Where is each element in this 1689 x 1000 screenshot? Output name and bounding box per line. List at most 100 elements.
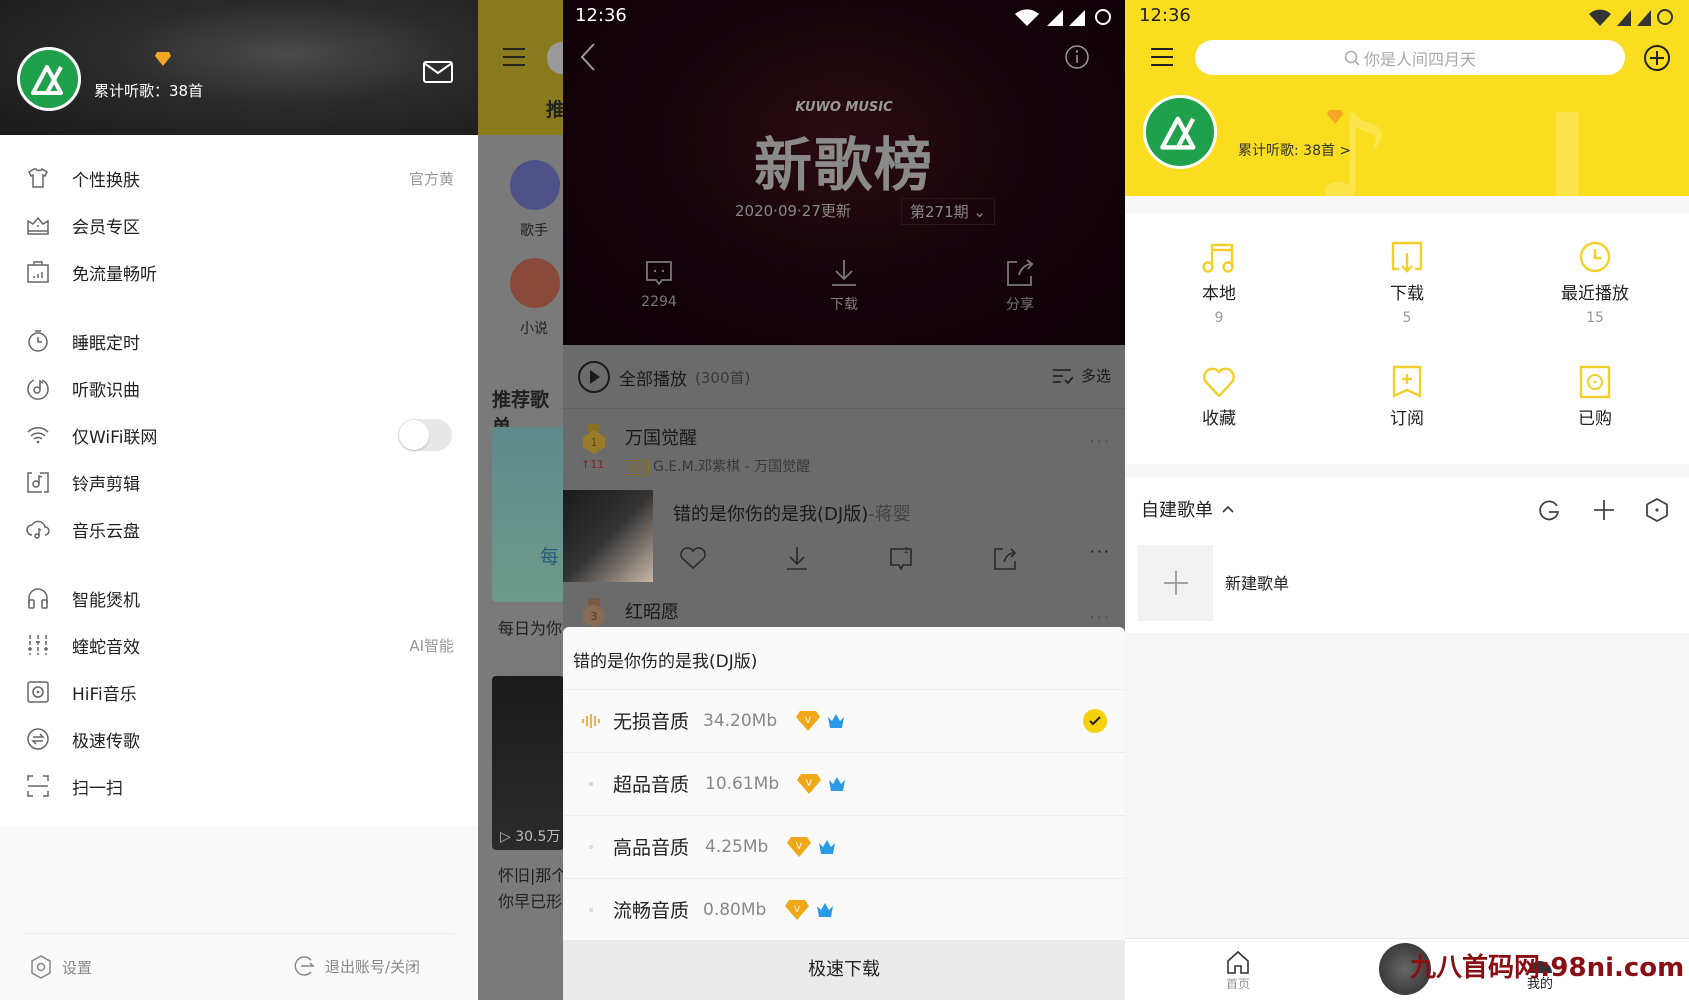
multi-select-label: 多选 <box>1080 367 1111 385</box>
svg-text:V: V <box>805 716 812 726</box>
import-playlist-icon[interactable] <box>1537 498 1561 522</box>
wifi-only-toggle[interactable] <box>398 419 452 451</box>
artist-album: G.E.M.邓紫棋 - 万国觉醒 <box>653 459 811 475</box>
nav-home[interactable]: 首页 <box>1225 949 1251 992</box>
rank-medal-icon: 3 <box>583 598 605 628</box>
comment-count: 2 <box>904 546 909 555</box>
listen-count: 累计听歌：38首 <box>94 82 204 100</box>
new-playlist-button[interactable] <box>1138 545 1213 621</box>
menu-item-cloud[interactable]: 音乐云盘 <box>0 506 478 552</box>
issue-selector[interactable]: 第271期 ⌄ <box>901 198 995 225</box>
menu-item-skin[interactable]: 个性换肤 官方黄 <box>0 155 478 201</box>
song-subtitle: 会员 G.E.M.邓紫棋 - 万国觉醒 <box>625 456 810 476</box>
divider <box>24 933 454 934</box>
menu-item-recognize[interactable]: 听歌识曲 <box>0 365 478 411</box>
novel-icon <box>510 258 560 308</box>
share-button[interactable]: 分享 <box>980 258 1060 314</box>
mail-icon[interactable] <box>423 60 453 84</box>
more-icon[interactable]: ··· <box>1090 542 1111 561</box>
settings-icon <box>31 955 51 979</box>
avatar[interactable] <box>1143 95 1217 169</box>
quality-option-lossless[interactable]: 无损音质 34.20Mb V <box>563 689 1125 751</box>
play-count: ▷ 30.5万 <box>500 829 561 845</box>
heart-icon <box>1203 367 1235 398</box>
quality-option-super[interactable]: 超品音质 10.61Mb V <box>563 752 1125 814</box>
listen-count-link[interactable]: 累计听歌: 38首 > <box>1238 140 1351 160</box>
menu-item-sound-effect[interactable]: 蝰蛇音效 AI智能 <box>0 622 478 668</box>
divider <box>563 408 1125 409</box>
menu-item-hifi[interactable]: HiFi音乐 <box>0 669 478 715</box>
menu-item-burn-in[interactable]: 智能煲机 <box>0 575 478 621</box>
more-icon[interactable]: ··· <box>1090 608 1111 627</box>
menu-label: 个性换肤 <box>72 170 140 191</box>
grid-item-local[interactable]: 本地 9 <box>1125 239 1313 326</box>
chart-title: 新歌榜 <box>753 131 934 199</box>
share-icon[interactable] <box>987 545 1023 571</box>
new-playlist-label[interactable]: 新建歌单 <box>1225 570 1289 594</box>
recent-icon <box>1579 241 1611 273</box>
logout-button[interactable]: 退出账号/关闭 <box>293 955 420 977</box>
quality-size: 4.25Mb <box>705 836 769 857</box>
crown-icon <box>27 216 49 235</box>
status-time: 12:36 <box>14 6 63 26</box>
grid-item-recent[interactable]: 最近播放 15 <box>1501 239 1689 326</box>
quality-label: 高品音质 <box>613 837 690 859</box>
play-all-label: 全部播放 <box>619 369 687 390</box>
card-badge: 每 <box>540 546 560 568</box>
menu-item-ringtone[interactable]: 铃声剪辑 <box>0 459 478 505</box>
system-status-icons <box>1015 9 1111 26</box>
fast-download-button[interactable]: 极速下载 <box>563 940 1125 1000</box>
menu-item-sleep-timer[interactable]: 睡眠定时 <box>0 318 478 364</box>
chevron-up-icon <box>1222 505 1234 513</box>
menu-item-scan[interactable]: 扫一扫 <box>0 763 478 809</box>
watermark: 九八首码网:98ni.com <box>1410 953 1685 983</box>
menu-icon[interactable] <box>1151 48 1173 66</box>
grid-label: 已购 <box>1578 409 1612 429</box>
grid-item-favorites[interactable]: 收藏 <box>1125 364 1313 429</box>
quality-bottom-sheet: 错的是你伤的是我(DJ版) 无损音质 34.20Mb V 超品音质 10.61M… <box>563 627 1125 1000</box>
settings-button[interactable]: 设置 <box>30 955 92 979</box>
manage-icon[interactable] <box>1645 498 1669 522</box>
menu-item-wifi-only[interactable]: 仅WiFi联网 <box>0 412 478 458</box>
like-icon[interactable] <box>675 545 711 571</box>
add-icon[interactable] <box>1592 498 1616 522</box>
quality-option-smooth[interactable]: 流畅音质 0.80Mb V <box>563 878 1125 940</box>
more-icon[interactable]: ··· <box>1090 432 1111 451</box>
menu-item-transfer[interactable]: 极速传歌 <box>0 716 478 762</box>
quality-option-high[interactable]: 高品音质 4.25Mb V <box>563 815 1125 877</box>
play-all-button[interactable]: 全部播放 (300首) <box>577 360 750 394</box>
playlist-title: 怀旧|那个 你早已形 <box>498 863 567 915</box>
bullet <box>589 781 593 786</box>
singer-label: 歌手 <box>520 223 548 239</box>
add-circle-icon[interactable] <box>1643 44 1671 72</box>
grid-label: 下载 <box>1390 284 1424 304</box>
back-icon[interactable] <box>580 42 596 72</box>
my-playlists-section: 自建歌单 新建歌单 <box>1125 478 1689 633</box>
singer-icon <box>510 160 560 210</box>
download-icon[interactable] <box>779 545 815 571</box>
app-logo-icon <box>31 65 63 95</box>
menu-item-vip[interactable]: 会员专区 <box>0 202 478 248</box>
data-plan-icon <box>27 261 49 283</box>
multi-select-button[interactable]: 多选 <box>1052 365 1111 386</box>
comment-icon[interactable]: 2 <box>883 545 919 571</box>
search-input[interactable]: 你是人间四月天 <box>1195 40 1625 75</box>
bottom-nav: 首页 我的 九八首码网:98ni.com <box>1125 938 1689 1000</box>
grid-item-purchased[interactable]: 已购 <box>1501 364 1689 429</box>
playlist-section-toggle[interactable]: 自建歌单 <box>1141 496 1235 522</box>
grid-item-download[interactable]: 下载 5 <box>1313 239 1501 326</box>
info-icon[interactable] <box>1064 44 1090 70</box>
quality-size: 34.20Mb <box>703 710 778 731</box>
download-button[interactable]: 下载 <box>804 258 884 314</box>
status-time: 12:36 <box>575 5 627 26</box>
comment-icon <box>646 261 672 286</box>
svg-text:V: V <box>796 842 803 852</box>
avatar[interactable] <box>17 47 81 111</box>
grid-item-subscribe[interactable]: 订阅 <box>1313 364 1501 429</box>
menu-item-data-free[interactable]: 免流量畅听 <box>0 249 478 295</box>
status-time: 12:36 <box>1139 5 1191 26</box>
comment-button[interactable]: 2294 <box>619 258 699 310</box>
scan-icon <box>27 775 49 797</box>
vip-diamond-icon: V <box>787 836 811 857</box>
rank-medal-icon: 1 <box>583 424 605 454</box>
